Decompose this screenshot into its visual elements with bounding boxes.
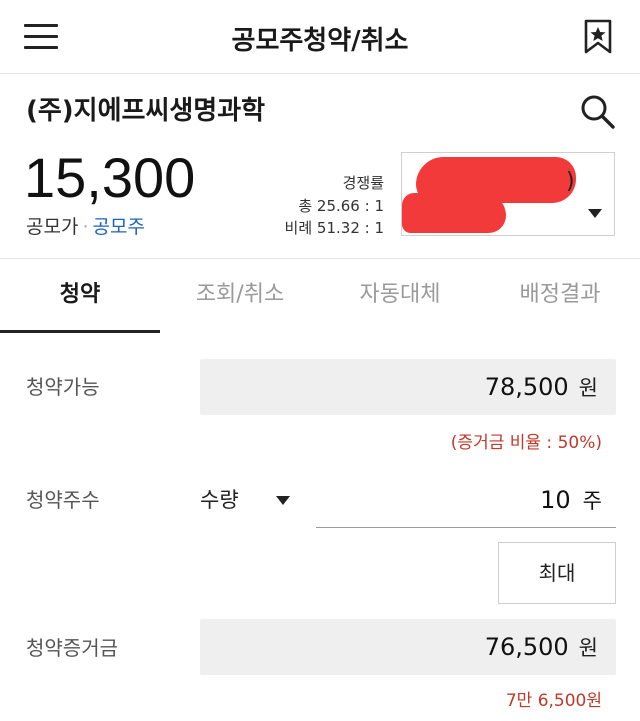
- separator-dot: ·: [82, 216, 89, 238]
- price-label-row: 공모가 · 공모주: [26, 212, 145, 239]
- tab-auto-transfer[interactable]: 자동대체: [320, 259, 480, 333]
- available-value: 78,500: [484, 373, 569, 401]
- account-select[interactable]: ): [401, 152, 615, 236]
- margin-ratio-note: (증거금 비율 : 50%): [450, 433, 602, 453]
- deposit-korean-amount: 7만 6,500원: [505, 691, 602, 711]
- deposit-value: 76,500: [484, 633, 569, 661]
- page-title: 공모주청약/취소: [231, 26, 409, 56]
- competition-label: 경쟁률: [342, 174, 384, 192]
- search-icon[interactable]: [578, 92, 618, 132]
- competition-total: 총 25.66 : 1: [298, 197, 384, 215]
- ipo-link[interactable]: 공모주: [93, 216, 145, 238]
- chevron-down-icon: [276, 496, 290, 505]
- price-label: 공모가: [26, 216, 79, 238]
- app-header: 공모주청약/취소: [0, 0, 640, 74]
- quantity-type-value: 수량: [200, 488, 239, 512]
- tab-bar: 청약 조회/취소 자동대체 배정결과: [0, 258, 640, 333]
- shares-value: 10: [540, 486, 571, 514]
- deposit-label: 청약증거금: [26, 636, 118, 660]
- stock-name: (주)지에프씨생명과학: [26, 96, 266, 126]
- chevron-down-icon: [588, 209, 602, 218]
- redaction-mark: [402, 193, 506, 233]
- tab-inquiry-cancel[interactable]: 조회/취소: [160, 259, 320, 333]
- deposit-unit: 원: [578, 636, 598, 660]
- shares-unit: 주: [582, 489, 602, 513]
- shares-input[interactable]: 10 주: [316, 474, 616, 528]
- bookmark-star-icon[interactable]: [580, 18, 616, 56]
- account-value-suffix: ): [566, 169, 575, 194]
- tab-allocation-result[interactable]: 배정결과: [480, 259, 640, 333]
- deposit-amount: 76,500 원: [200, 619, 616, 675]
- available-unit: 원: [578, 376, 598, 400]
- shares-label: 청약주수: [26, 488, 100, 512]
- max-button[interactable]: 최대: [498, 542, 616, 604]
- competition-proportional: 비례 51.32 : 1: [284, 219, 384, 237]
- tab-subscribe[interactable]: 청약: [0, 259, 160, 333]
- offering-price: 15,300: [24, 146, 196, 209]
- quantity-type-select[interactable]: 수량: [200, 478, 300, 522]
- available-amount: 78,500 원: [200, 359, 616, 415]
- available-label: 청약가능: [26, 375, 100, 399]
